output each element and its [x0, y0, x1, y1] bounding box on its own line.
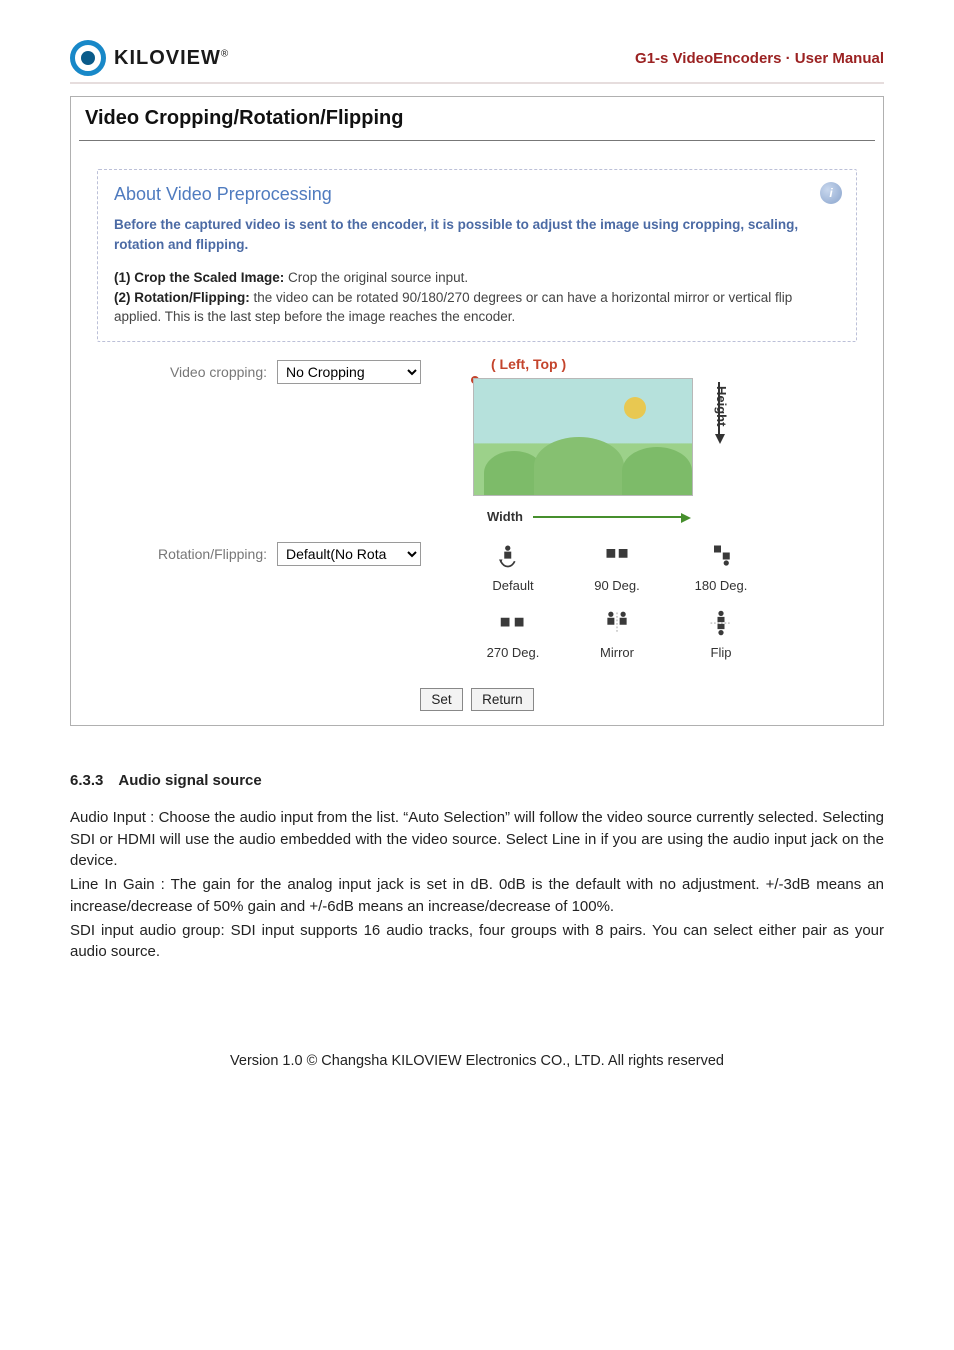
- rotation-default-icon: [497, 540, 529, 572]
- crop-preview: ( Left, Top ) Height Width: [473, 358, 709, 506]
- rotation-180[interactable]: 180 Deg.: [681, 540, 761, 593]
- height-label: Height: [714, 386, 729, 426]
- info-icon: i: [820, 182, 842, 204]
- width-arrowhead-icon: [681, 513, 691, 523]
- panel-title: Video Cropping/Rotation/Flipping: [79, 103, 875, 141]
- section-p1: Audio Input : Choose the audio input fro…: [70, 807, 884, 872]
- rotation-90[interactable]: 90 Deg.: [577, 540, 657, 593]
- rotation-180-icon: [705, 540, 737, 572]
- about-lead: Before the captured video is sent to the…: [114, 215, 840, 254]
- about-item1-label: (1) Crop the Scaled Image:: [114, 270, 284, 285]
- about-title: About Video Preprocessing: [114, 184, 840, 205]
- return-button[interactable]: Return: [471, 688, 534, 711]
- section-p2: Line In Gain : The gain for the analog i…: [70, 874, 884, 918]
- section-heading: 6.3.3 Audio signal source: [70, 772, 884, 789]
- form-area: Video cropping: No Cropping ( Left, Top …: [97, 358, 857, 660]
- about-body: (1) Crop the Scaled Image: Crop the orig…: [114, 268, 840, 327]
- height-arrowhead-icon: [715, 434, 725, 444]
- cropping-select[interactable]: No Cropping: [277, 360, 421, 384]
- crop-preview-wrap: ( Left, Top ) Height Width: [465, 358, 857, 506]
- rotation-mirror[interactable]: Mirror: [577, 607, 657, 660]
- section-p3: SDI input audio group: SDI input support…: [70, 920, 884, 964]
- button-row: Set Return: [79, 678, 875, 715]
- about-box: About Video Preprocessing i Before the c…: [97, 169, 857, 342]
- logo-icon: [70, 40, 106, 76]
- rotation-default[interactable]: Default: [473, 540, 553, 593]
- width-arrow-icon: [533, 516, 683, 518]
- rotation-label: Rotation/Flipping:: [97, 546, 267, 562]
- brand-logo: KILOVIEW®: [70, 40, 229, 76]
- about-item1-text: Crop the original source input.: [284, 270, 468, 285]
- cropping-row: Video cropping: No Cropping ( Left, Top …: [97, 358, 857, 506]
- rotation-270-icon: [497, 607, 529, 639]
- rotation-flip-icon: [705, 607, 737, 639]
- page-footer: Version 1.0 © Changsha KILOVIEW Electron…: [70, 1053, 884, 1069]
- width-label: Width: [487, 509, 523, 524]
- rotation-270[interactable]: 270 Deg.: [473, 607, 553, 660]
- about-item2-label: (2) Rotation/Flipping:: [114, 290, 250, 305]
- rotation-mirror-icon: [601, 607, 633, 639]
- rotation-options: Default 90 Deg. 180 Deg.: [465, 540, 857, 660]
- rotation-select[interactable]: Default(No Rota: [277, 542, 421, 566]
- crop-left-top-label: ( Left, Top ): [491, 356, 566, 372]
- crop-image-placeholder: [473, 378, 693, 496]
- brand-name: KILOVIEW®: [114, 47, 229, 70]
- cropping-label: Video cropping:: [97, 364, 267, 380]
- header-doc-title: G1-s VideoEncoders · User Manual: [635, 50, 884, 67]
- height-arrow-icon: [718, 382, 720, 436]
- rotation-flip[interactable]: Flip: [681, 607, 761, 660]
- rotation-row: Rotation/Flipping: Default(No Rota Defau…: [97, 540, 857, 660]
- page-header: KILOVIEW® G1-s VideoEncoders · User Manu…: [70, 40, 884, 84]
- set-button[interactable]: Set: [420, 688, 462, 711]
- preprocessing-panel: Video Cropping/Rotation/Flipping About V…: [70, 96, 884, 726]
- rotation-90-icon: [601, 540, 633, 572]
